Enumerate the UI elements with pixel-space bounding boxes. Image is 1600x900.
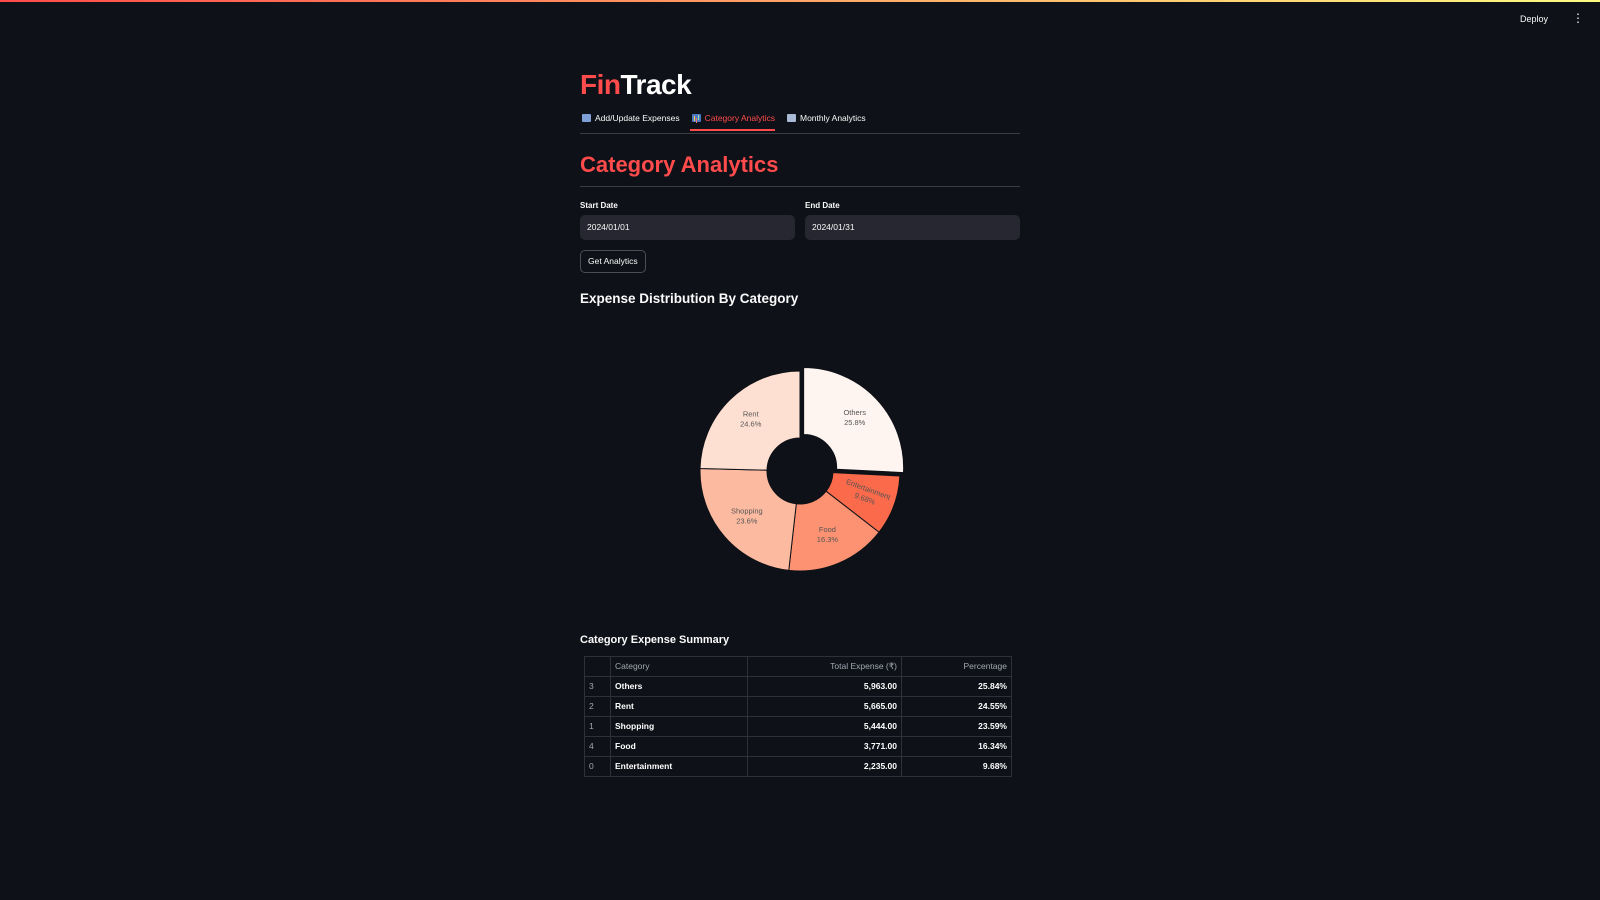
category-summary-table: Category Total Expense (₹) Percentage 3 … xyxy=(584,655,1012,777)
tab-label: Add/Update Expenses xyxy=(595,112,680,123)
row-index: 2 xyxy=(584,695,611,717)
main-content: FinTrack Add/Update Expenses Category An… xyxy=(580,60,1020,777)
table-row: 2 Rent 5,665.00 24.55% xyxy=(584,695,1012,717)
bar-chart-icon xyxy=(691,113,701,122)
row-category: Others xyxy=(610,675,748,697)
table-row: 1 Shopping 5,444.00 23.59% xyxy=(584,715,1012,737)
row-total: 5,665.00 xyxy=(747,695,902,717)
pie-label-others: Others 25.8% xyxy=(843,408,866,427)
pie-chart-container: Others 25.8% Entertainment9.68% Food 16.3% Sh… xyxy=(580,306,1020,606)
page-title: Category Analytics xyxy=(580,152,1020,187)
top-decoration-bar xyxy=(0,0,1600,2)
kebab-menu-icon[interactable]: ⋮ xyxy=(1572,12,1584,24)
tab-bar: Add/Update Expenses Category Analytics M… xyxy=(580,109,1020,134)
end-date-group: End Date xyxy=(805,201,1020,240)
row-category: Food xyxy=(610,735,748,757)
row-total: 2,235.00 xyxy=(747,755,902,777)
row-percentage: 16.34% xyxy=(901,735,1012,757)
table-title: Category Expense Summary xyxy=(580,633,730,646)
row-total: 3,771.00 xyxy=(747,735,902,757)
tab-label: Category Analytics xyxy=(704,112,775,123)
date-range-row: Start Date End Date xyxy=(580,201,1020,240)
chart-icon xyxy=(787,113,796,122)
row-category: Shopping xyxy=(610,715,748,737)
percentage-header[interactable]: Percentage xyxy=(901,655,1012,677)
app-logo: FinTrack xyxy=(580,69,1020,101)
table-row: 3 Others 5,963.00 25.84% xyxy=(584,675,1012,697)
tab-monthly-analytics[interactable]: Monthly Analytics xyxy=(785,109,866,129)
pie-chart: Others 25.8%Entertainment9.68%Food 16.3%Sh… xyxy=(699,366,905,572)
start-date-label: Start Date xyxy=(580,200,618,210)
brand-fin: Fin xyxy=(580,69,621,100)
index-header xyxy=(584,655,611,677)
row-category: Rent xyxy=(610,695,748,717)
row-total: 5,444.00 xyxy=(747,715,902,737)
start-date-input[interactable] xyxy=(580,214,795,240)
row-index: 4 xyxy=(584,735,611,757)
row-index: 1 xyxy=(584,715,611,737)
pie-label-food: Food 16.3% xyxy=(817,525,839,544)
row-percentage: 25.84% xyxy=(901,675,1012,697)
start-date-group: Start Date xyxy=(580,201,795,240)
calendar-icon xyxy=(582,113,591,122)
chart-title: Expense Distribution By Category xyxy=(580,290,799,306)
brand-track: Track xyxy=(620,69,692,100)
tab-category-analytics[interactable]: Category Analytics xyxy=(689,109,775,131)
row-percentage: 24.55% xyxy=(901,695,1012,717)
table-row: 0 Entertainment 2,235.00 9.68% xyxy=(584,755,1012,777)
row-percentage: 9.68% xyxy=(901,755,1012,777)
row-total: 5,963.00 xyxy=(747,675,902,697)
row-category: Entertainment xyxy=(610,755,748,777)
tab-label: Monthly Analytics xyxy=(800,112,866,123)
end-date-input[interactable] xyxy=(805,214,1020,240)
table-header-row: Category Total Expense (₹) Percentage xyxy=(584,655,1012,677)
row-index: 3 xyxy=(584,675,611,697)
row-percentage: 23.59% xyxy=(901,715,1012,737)
category-header[interactable]: Category xyxy=(610,655,748,677)
tab-add-update-expenses[interactable]: Add/Update Expenses xyxy=(580,109,680,129)
end-date-label: End Date xyxy=(805,200,840,210)
row-index: 0 xyxy=(584,755,611,777)
pie-label-rent: Rent 24.6% xyxy=(740,409,762,428)
total-expense-header[interactable]: Total Expense (₹) xyxy=(747,655,902,677)
get-analytics-button[interactable]: Get Analytics xyxy=(580,249,646,273)
deploy-button[interactable]: Deploy xyxy=(1520,14,1548,24)
table-row: 4 Food 3,771.00 16.34% xyxy=(584,735,1012,757)
